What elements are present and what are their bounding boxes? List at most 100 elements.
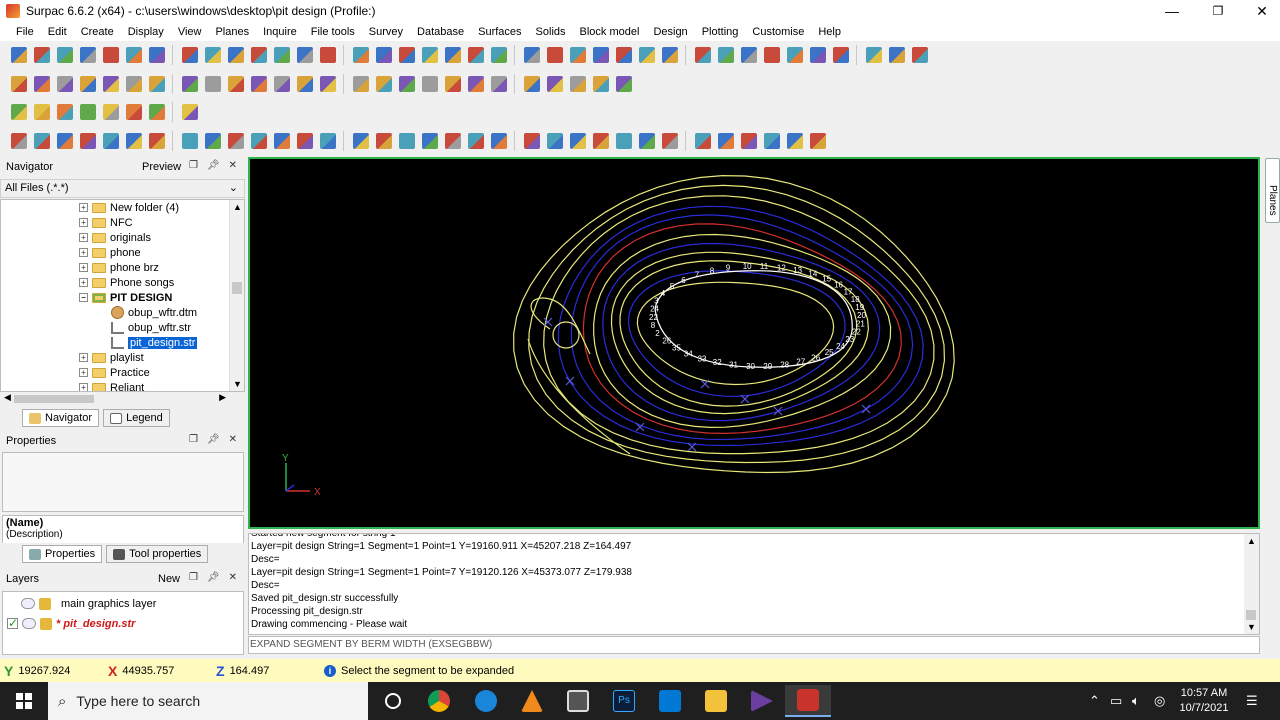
toolbar-tool-icon[interactable] — [544, 73, 566, 95]
toolbar-tool-icon[interactable] — [784, 44, 806, 66]
toolbar-tool-icon[interactable] — [863, 44, 885, 66]
toolbar-tool-icon[interactable] — [350, 44, 372, 66]
toolbar-tool-icon[interactable] — [77, 73, 99, 95]
toolbar-tool-icon[interactable] — [123, 101, 145, 123]
toolbar-tool-icon[interactable] — [488, 44, 510, 66]
eye-icon[interactable] — [22, 618, 36, 629]
toolbar-tool-icon[interactable] — [271, 130, 293, 152]
toolbar-tool-icon[interactable] — [202, 130, 224, 152]
tree-item[interactable]: + originals — [79, 230, 151, 245]
expand-icon[interactable]: + — [79, 278, 88, 287]
toolbar-tool-icon[interactable] — [123, 130, 145, 152]
toolbar-tool-icon[interactable] — [807, 44, 829, 66]
menu-file[interactable]: File — [9, 26, 41, 38]
toolbar-tool-icon[interactable] — [123, 44, 145, 66]
layer-row[interactable]: main graphics layer — [21, 595, 156, 612]
scroll-right-icon[interactable]: ▶ — [219, 392, 226, 403]
toolbar-tool-icon[interactable] — [396, 73, 418, 95]
tab-properties[interactable]: Properties — [22, 545, 103, 563]
toolbar-tool-icon[interactable] — [350, 130, 372, 152]
volume-icon[interactable]: 🔈︎ — [1132, 682, 1140, 720]
menu-plotting[interactable]: Plotting — [695, 26, 746, 38]
toolbar-tool-icon[interactable] — [179, 44, 201, 66]
tree-item[interactable]: + playlist — [79, 350, 144, 365]
toolbar-tool-icon[interactable] — [761, 44, 783, 66]
tree-item[interactable]: + phone — [79, 245, 141, 260]
toolbar-tool-icon[interactable] — [248, 73, 270, 95]
checkmark-icon[interactable]: ✓ — [7, 617, 18, 629]
toolbar-tool-icon[interactable] — [613, 73, 635, 95]
toolbar-tool-icon[interactable] — [567, 73, 589, 95]
toolbar-tool-icon[interactable] — [613, 130, 635, 152]
toolbar-tool-icon[interactable] — [146, 101, 168, 123]
toolbar-tool-icon[interactable] — [590, 73, 612, 95]
scroll-thumb[interactable] — [232, 282, 242, 294]
toolbar-tool-icon[interactable] — [465, 130, 487, 152]
minimize-button[interactable]: — — [1150, 0, 1194, 22]
menu-block-model[interactable]: Block model — [573, 26, 647, 38]
toolbar-tool-icon[interactable] — [761, 130, 783, 152]
expand-icon[interactable]: + — [79, 248, 88, 257]
new-layer-button[interactable]: New — [158, 573, 180, 585]
expand-icon[interactable]: + — [79, 368, 88, 377]
pin-icon[interactable]: 📌︎ — [207, 434, 220, 445]
toolbar-tool-icon[interactable] — [54, 73, 76, 95]
close-icon[interactable]: ✕ — [229, 434, 237, 445]
toolbar-tool-icon[interactable] — [465, 73, 487, 95]
pin-icon[interactable]: 📌︎ — [207, 572, 220, 583]
toolbar-tool-icon[interactable] — [738, 44, 760, 66]
scroll-down-icon[interactable]: ▼ — [233, 379, 242, 389]
toolbar-tool-icon[interactable] — [442, 130, 464, 152]
tab-tool-properties[interactable]: Tool properties — [106, 545, 209, 563]
toolbar-tool-icon[interactable] — [317, 44, 339, 66]
toolbar-tool-icon[interactable] — [488, 73, 510, 95]
toolbar-tool-icon[interactable] — [373, 130, 395, 152]
lock-icon[interactable] — [39, 597, 51, 610]
menu-file-tools[interactable]: File tools — [304, 26, 362, 38]
toolbar-tool-icon[interactable] — [54, 101, 76, 123]
tree-item[interactable]: + phone brz — [79, 260, 159, 275]
toolbar-tool-icon[interactable] — [738, 130, 760, 152]
layer-row-active[interactable]: ✓ * pit_design.str — [7, 615, 135, 632]
tree-vertical-scrollbar[interactable]: ▲ ▼ — [229, 200, 244, 391]
toolbar-tool-icon[interactable] — [146, 130, 168, 152]
toolbar-tool-icon[interactable] — [179, 101, 201, 123]
toolbar-tool-icon[interactable] — [396, 130, 418, 152]
toolbar-tool-icon[interactable] — [830, 44, 852, 66]
toolbar-tool-icon[interactable] — [31, 73, 53, 95]
toolbar-tool-icon[interactable] — [567, 130, 589, 152]
toolbar-tool-icon[interactable] — [488, 130, 510, 152]
toolbar-tool-icon[interactable] — [886, 44, 908, 66]
toolbar-tool-icon[interactable] — [77, 101, 99, 123]
toolbar-tool-icon[interactable] — [179, 73, 201, 95]
toolbar-tool-icon[interactable] — [294, 44, 316, 66]
toolbar-tool-icon[interactable] — [8, 44, 30, 66]
toolbar-tool-icon[interactable] — [807, 130, 829, 152]
toolbar-tool-icon[interactable] — [100, 73, 122, 95]
edge-icon[interactable] — [463, 685, 509, 717]
toolbar-tool-icon[interactable] — [544, 44, 566, 66]
toolbar-tool-icon[interactable] — [294, 130, 316, 152]
menu-survey[interactable]: Survey — [362, 26, 410, 38]
scroll-up-icon[interactable]: ▲ — [233, 202, 242, 212]
tree-item[interactable]: obup_wftr.dtm — [111, 305, 197, 320]
toolbar-tool-icon[interactable] — [636, 130, 658, 152]
taskbar-search[interactable]: ⌕ Type here to search — [48, 682, 368, 720]
toolbar-tool-icon[interactable] — [271, 73, 293, 95]
toolbar-tool-icon[interactable] — [271, 44, 293, 66]
menu-customise[interactable]: Customise — [745, 26, 811, 38]
toolbar-tool-icon[interactable] — [317, 130, 339, 152]
toolbar-tool-icon[interactable] — [317, 73, 339, 95]
toolbar-tool-icon[interactable] — [442, 73, 464, 95]
toolbar-tool-icon[interactable] — [100, 101, 122, 123]
menu-planes[interactable]: Planes — [208, 26, 256, 38]
expand-icon[interactable]: + — [79, 353, 88, 362]
toolbar-tool-icon[interactable] — [77, 130, 99, 152]
float-icon[interactable]: ❐ — [189, 572, 198, 583]
toolbar-tool-icon[interactable] — [784, 130, 806, 152]
toolbar-tool-icon[interactable] — [373, 73, 395, 95]
expand-icon[interactable]: + — [79, 203, 88, 212]
expand-icon[interactable]: + — [79, 233, 88, 242]
toolbar-tool-icon[interactable] — [31, 130, 53, 152]
photoshop-icon[interactable]: Ps — [601, 685, 647, 717]
